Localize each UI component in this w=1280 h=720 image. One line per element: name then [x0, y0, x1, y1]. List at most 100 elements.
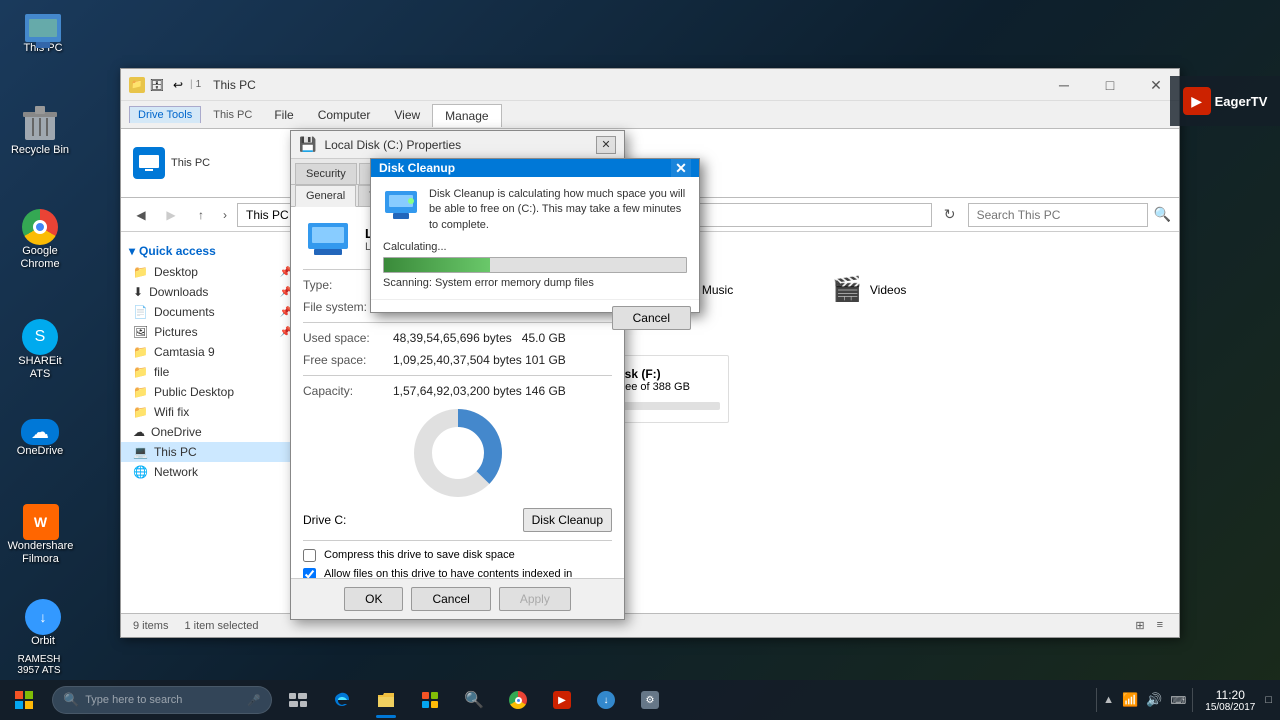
sidebar-item-pictures[interactable]: 🖼 Pictures 📌: [121, 322, 300, 342]
calculating-label: Calculating...: [383, 241, 687, 253]
onedrive-sidebar-icon: ☁: [133, 425, 145, 439]
taskbar-right: ▲ 📶 🔊 ⌨ 11:20 15/08/2017 □: [1094, 686, 1280, 715]
tab-computer[interactable]: Computer: [306, 104, 383, 126]
sidebar-camtasia-label: Camtasia 9: [154, 345, 215, 359]
cleanup-close-button[interactable]: ✕: [671, 159, 691, 177]
capacity-value: 1,57,64,92,03,200 bytes 146 GB: [393, 384, 612, 398]
taskbar-task-view[interactable]: [276, 680, 320, 720]
desktop-icon-chrome[interactable]: Google Chrome: [5, 205, 75, 275]
sidebar-item-network[interactable]: 🌐 Network: [121, 462, 300, 482]
sidebar-item-documents[interactable]: 📄 Documents 📌: [121, 302, 300, 322]
back-button[interactable]: ◀: [129, 203, 153, 227]
system-tray: ▲ 📶 🔊 ⌨: [1103, 692, 1186, 708]
tab-file[interactable]: File: [262, 104, 305, 126]
desktop-icon-recycle-bin[interactable]: Recycle Bin: [5, 100, 75, 161]
sidebar-item-onedrive[interactable]: ☁ OneDrive: [121, 422, 300, 442]
cleanup-message-row: Disk Cleanup is calculating how much spa…: [383, 187, 687, 233]
maximize-button[interactable]: □: [1087, 69, 1133, 101]
free-space-label: Free space:: [303, 353, 393, 367]
sidebar-item-wifi[interactable]: 📁 Wifi fix: [121, 402, 300, 422]
separator-3: [303, 375, 612, 376]
folder-music-label: Music: [702, 283, 733, 297]
cleanup-cancel-button[interactable]: Cancel: [612, 306, 691, 330]
keyboard-icon[interactable]: ⌨: [1170, 694, 1186, 707]
taskbar-app3[interactable]: ⚙: [628, 680, 672, 720]
sidebar-item-public-desktop[interactable]: 📁 Public Desktop: [121, 382, 300, 402]
separator-4: [303, 540, 612, 541]
network-tray-icon[interactable]: 📶: [1122, 692, 1138, 708]
volume-icon[interactable]: 🔊: [1146, 692, 1162, 708]
items-count: 9 items: [133, 620, 168, 632]
up-arrow-icon[interactable]: ▲: [1103, 694, 1114, 706]
large-icons-view-button[interactable]: ⊞: [1131, 617, 1148, 634]
cancel-button[interactable]: Cancel: [411, 587, 490, 611]
cleanup-message-text: Disk Cleanup is calculating how much spa…: [429, 187, 687, 233]
wondershare-icon: W: [23, 504, 59, 540]
compress-checkbox[interactable]: [303, 549, 316, 562]
ribbon-tabs: Drive Tools This PC File Computer View M…: [121, 101, 1179, 129]
sidebar-item-downloads[interactable]: ⬇ Downloads 📌: [121, 282, 300, 302]
chrome-taskbar-icon: [509, 691, 527, 709]
chevron-down-icon: ▾: [129, 244, 135, 258]
tab-view[interactable]: View: [382, 104, 432, 126]
taskbar-app2[interactable]: ↓: [584, 680, 628, 720]
chrome-label: Google Chrome: [9, 245, 71, 271]
folder-item-videos[interactable]: 🎬 Videos: [821, 268, 981, 311]
ribbon-this-pc-icon: [133, 147, 165, 179]
taskbar-store[interactable]: [408, 680, 452, 720]
start-button[interactable]: [0, 680, 48, 720]
this-pc-icon: [25, 14, 61, 42]
taskbar-search[interactable]: 🔍 Type here to search 🎤: [52, 686, 272, 714]
chrome-icon: [22, 209, 58, 245]
properties-close-button[interactable]: ✕: [596, 136, 616, 154]
app2-icon: ↓: [597, 691, 615, 709]
desktop-icon-this-pc[interactable]: This PC: [8, 10, 78, 59]
sidebar-item-file[interactable]: 📁 file: [121, 362, 300, 382]
tab-security[interactable]: Security: [295, 163, 357, 184]
taskbar-search-app[interactable]: 🔍: [452, 680, 496, 720]
desktop-icon-onedrive[interactable]: ☁ OneDrive: [5, 415, 75, 462]
logo-text: EagerTV: [1215, 94, 1268, 109]
desktop-icon-shareit[interactable]: S SHAREit ATS: [5, 315, 75, 385]
quick-access-toolbar-1[interactable]: 🗄: [148, 76, 166, 94]
details-view-button[interactable]: ≡: [1153, 617, 1167, 634]
taskbar-file-explorer[interactable]: [364, 680, 408, 720]
quick-access-toolbar-2[interactable]: ↩: [169, 76, 187, 94]
taskbar-app1[interactable]: ▶: [540, 680, 584, 720]
tab-manage[interactable]: Manage: [432, 104, 501, 127]
clock-date: 15/08/2017: [1205, 702, 1255, 713]
ok-button[interactable]: OK: [344, 587, 403, 611]
minimize-button[interactable]: ─: [1041, 69, 1087, 101]
sidebar-public-label: Public Desktop: [154, 385, 234, 399]
desktop-icon-wondershare[interactable]: W Wondershare Filmora: [3, 500, 78, 570]
sidebar-item-thispc[interactable]: 💻 This PC: [121, 442, 300, 462]
drive-tools-label: Drive Tools: [129, 106, 201, 123]
search-input[interactable]: [968, 203, 1148, 227]
taskbar-edge[interactable]: [320, 680, 364, 720]
sidebar-item-desktop[interactable]: 📁 Desktop 📌: [121, 262, 300, 282]
disk-cleanup-button[interactable]: Disk Cleanup: [523, 508, 612, 532]
sidebar-quick-access[interactable]: ▾ Quick access: [121, 240, 300, 262]
search-icon[interactable]: 🔍: [1154, 206, 1171, 223]
taskbar-chrome[interactable]: [496, 680, 540, 720]
index-label: Allow files on this drive to have conten…: [324, 568, 612, 578]
compress-checkbox-row[interactable]: Compress this drive to save disk space: [303, 549, 612, 562]
properties-footer: OK Cancel Apply: [291, 578, 624, 619]
sidebar-quick-access-label: Quick access: [139, 244, 216, 258]
drive-type-icon: [303, 219, 353, 259]
sidebar-item-camtasia[interactable]: 📁 Camtasia 9: [121, 342, 300, 362]
desktop-icon-orbit[interactable]: ↓ Orbit: [8, 595, 78, 652]
refresh-button[interactable]: ↻: [938, 203, 962, 227]
notification-icon[interactable]: □: [1265, 694, 1272, 706]
view-buttons: ⊞ ≡: [1131, 617, 1167, 634]
index-checkbox-row[interactable]: Allow files on this drive to have conten…: [303, 568, 612, 578]
clock[interactable]: 11:20 15/08/2017: [1199, 686, 1261, 715]
apply-button[interactable]: Apply: [499, 587, 571, 611]
forward-button[interactable]: ▶: [159, 203, 183, 227]
cleanup-title-text: Disk Cleanup: [379, 161, 455, 175]
tab-general[interactable]: General: [295, 185, 356, 207]
file-explorer-window: 📁 🗄 ↩ | 1 This PC ─ □ ✕ Drive Tools This…: [120, 68, 1180, 638]
up-button[interactable]: ↑: [189, 203, 213, 227]
downloads-icon: ⬇: [133, 285, 143, 299]
index-checkbox[interactable]: [303, 568, 316, 578]
